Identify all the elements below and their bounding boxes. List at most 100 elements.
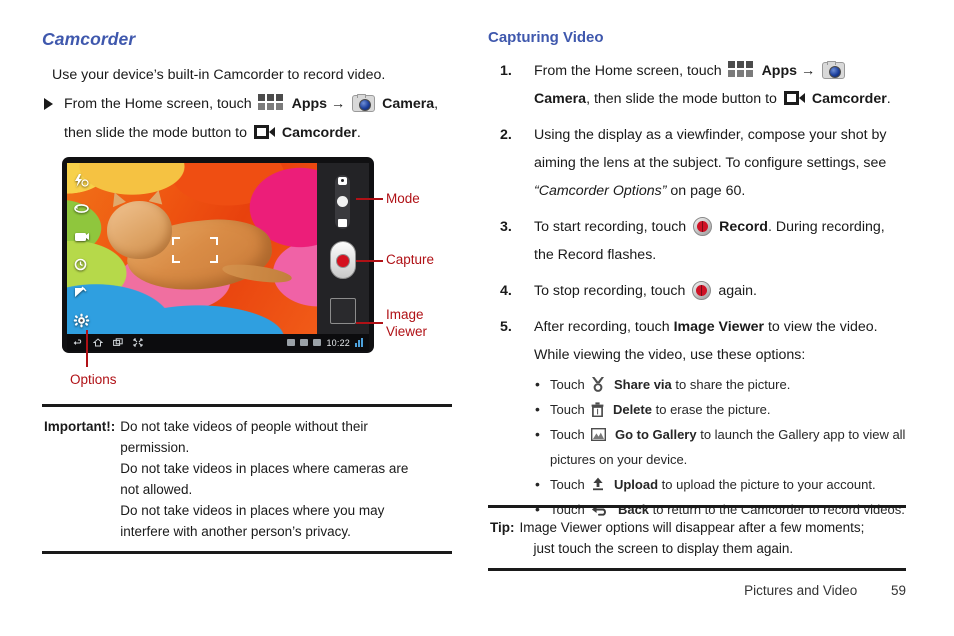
capture-record-button[interactable]: [330, 241, 356, 279]
cat-head-shape: [107, 200, 172, 259]
step-number: 1.: [500, 62, 512, 79]
camcorder-screenshot-figure: 10:22: [62, 157, 374, 353]
period-glyph: .: [356, 125, 361, 142]
step-text: To start recording, touch: [534, 218, 691, 235]
back-nav-icon[interactable]: [73, 338, 82, 347]
step-text: again.: [714, 282, 757, 299]
camera-viewfinder: [67, 163, 317, 334]
bullet-lead-text: Touch: [550, 426, 585, 442]
tablet-status-bar: 10:22: [67, 334, 369, 351]
screenshot-nav-icon[interactable]: [133, 338, 143, 347]
right-column: Capturing Video 1. From the Home screen,…: [488, 29, 906, 524]
tablet-bezel: 10:22: [62, 157, 374, 353]
step-number: 5.: [500, 318, 512, 335]
bullet-lead-text: Touch: [550, 476, 585, 492]
step-item: 4. To stop recording, touch again.: [488, 277, 906, 305]
home-nav-icon[interactable]: [92, 338, 104, 347]
bullet-action-label: Go to Gallery: [614, 426, 697, 442]
apps-label: Apps: [291, 96, 328, 113]
camcorder-icon: [253, 125, 275, 140]
bullet-action-label: Upload: [613, 476, 659, 492]
arrow-glyph: →: [331, 96, 346, 113]
image-viewer-thumbnail[interactable]: [330, 298, 356, 324]
step-text: on page 60.: [666, 182, 746, 199]
camera-mode-icon[interactable]: [338, 177, 347, 185]
video-mode-icon[interactable]: [338, 219, 347, 227]
tip-note-line: Image Viewer options will disappear afte…: [519, 520, 865, 535]
viewfinder-options-column[interactable]: [73, 173, 93, 328]
page-number: 59: [890, 583, 906, 598]
callout-capture: Capture: [386, 252, 435, 267]
step-number: 4.: [500, 282, 512, 299]
cross-reference-title: “Camcorder Options”: [534, 182, 667, 199]
important-note-body: Do not take videos of people without the…: [120, 416, 408, 542]
camcorder-label: Camcorder: [811, 90, 887, 107]
tip-note-line: just touch the screen to display them ag…: [533, 541, 794, 556]
switch-camera-icon[interactable]: [73, 201, 90, 216]
timer-off-icon[interactable]: [73, 257, 90, 272]
important-note-line: Do not take videos in places where you m…: [120, 503, 385, 518]
delete-trash-icon: [591, 400, 604, 417]
triangle-bullet-icon: [44, 98, 53, 111]
camera-icon: [822, 60, 846, 79]
bullet-action-label: Delete: [612, 401, 652, 417]
apps-grid-icon: [727, 60, 754, 78]
bullet-tail-text: to upload the picture to your account.: [661, 476, 876, 492]
step-text: , then slide the mode button to: [586, 90, 781, 107]
page-title-camcorder: Camcorder: [42, 29, 136, 49]
bullet-tail-text: to erase the picture.: [655, 401, 771, 417]
tip-note-box: Tip: Image Viewer options will disappear…: [488, 505, 906, 571]
share-via-icon: [591, 375, 605, 392]
image-viewer-label: Image Viewer: [673, 318, 765, 335]
gallery-icon: [591, 424, 607, 441]
recent-apps-nav-icon[interactable]: [113, 338, 123, 347]
arrow-glyph: →: [797, 62, 820, 79]
flash-off-icon[interactable]: [73, 173, 90, 188]
step5-options-list: Touch Share via to share the picture. To…: [534, 372, 906, 522]
shooting-mode-icon[interactable]: [73, 229, 90, 244]
footer-section-name: Pictures and Video: [744, 583, 858, 598]
quick-step-text-1: From the Home screen, touch: [64, 96, 252, 113]
settings-gear-icon[interactable]: [73, 313, 90, 328]
signal-bars-icon: [355, 338, 363, 347]
navigation-buttons[interactable]: [67, 338, 143, 347]
leader-line-mode: [356, 198, 383, 200]
step-number: 2.: [500, 126, 512, 143]
step-text: From the Home screen, touch: [534, 62, 726, 79]
upload-icon: [592, 474, 604, 490]
mode-switch-knob[interactable]: [337, 196, 348, 207]
quick-step-text-2: then slide the mode button to: [64, 125, 247, 142]
tip-note-label: Tip:: [490, 520, 515, 535]
bullet-tail-text: to share the picture.: [675, 376, 791, 392]
record-icon: [692, 280, 712, 300]
page-footer: Pictures and Video 59: [744, 583, 906, 598]
bullet-action-label: Share via: [613, 376, 672, 392]
important-note-line: interfere with another person’s privacy.: [120, 524, 351, 539]
exposure-icon[interactable]: [73, 285, 90, 300]
important-note-line: Do not take videos of people without the…: [120, 419, 368, 434]
step-item: 5. After recording, touch Image Viewer t…: [488, 313, 906, 522]
step-item: 3. To start recording, touch Record. Dur…: [488, 213, 906, 269]
camera-controls-strip: [317, 163, 369, 334]
tip-note-body: Image Viewer options will disappear afte…: [520, 517, 865, 559]
important-note-line: Do not take videos in places where camer…: [120, 461, 409, 476]
important-note-line: not allowed.: [120, 482, 193, 497]
callout-mode: Mode: [386, 191, 420, 206]
important-note-line: permission.: [120, 440, 190, 455]
camcorder-intro-text: Use your device’s built-in Camcorder to …: [52, 67, 386, 84]
camcorder-label: Camcorder: [281, 125, 357, 142]
focus-brackets-icon: [172, 236, 218, 263]
step-item: 1. From the Home screen, touch Apps → Ca…: [488, 57, 906, 113]
left-column: Camcorder Use your device’s built-in Cam…: [42, 29, 452, 148]
record-label: Record: [719, 218, 768, 235]
camcorder-quick-steps: From the Home screen, touch Apps → Camer…: [42, 90, 452, 148]
step-item: 2. Using the display as a viewfinder, co…: [488, 121, 906, 205]
bullet-lead-text: Touch: [550, 376, 585, 392]
section-heading-capturing-video: Capturing Video: [488, 29, 604, 46]
camcorder-icon: [783, 90, 805, 105]
step-text: Using the display as a viewfinder, compo…: [534, 126, 887, 171]
status-icon-2: [300, 339, 309, 346]
list-item: Touch Upload to upload the picture to yo…: [534, 472, 906, 497]
mode-switch-toggle[interactable]: [335, 175, 350, 229]
step-number: 3.: [500, 218, 512, 235]
